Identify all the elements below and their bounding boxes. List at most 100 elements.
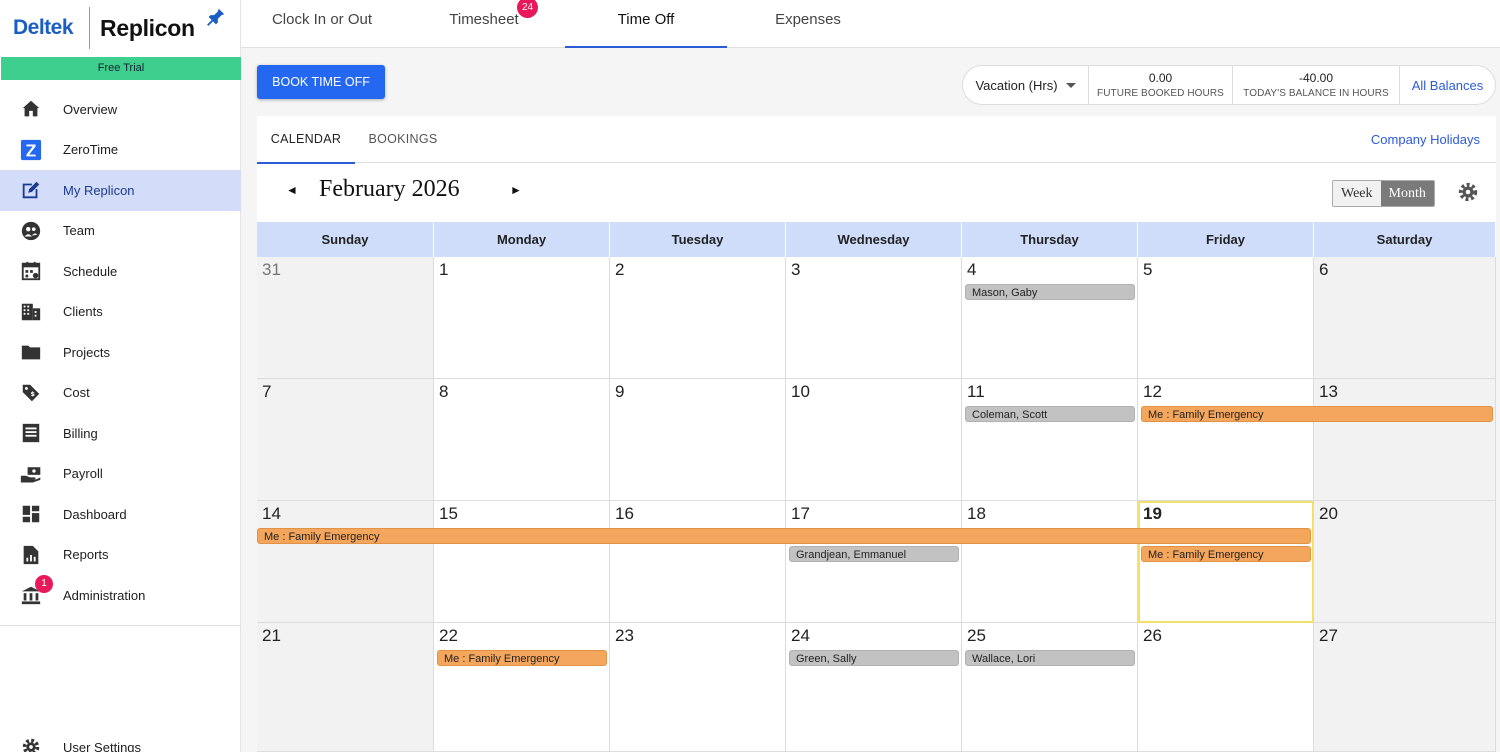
day-cell[interactable]: 23 [610,623,786,752]
tab-bookings[interactable]: BOOKINGS [355,116,451,163]
zerotime-icon [20,139,42,161]
day-cell[interactable]: 24 [786,623,962,752]
sidebar-item-label: Schedule [63,263,118,279]
sidebar-item-overview[interactable]: Overview [0,89,241,130]
day-number: 2 [615,260,625,279]
brand-logo[interactable]: Deltek Replicon [0,0,240,56]
time-off-event[interactable]: Green, Sally [789,650,959,666]
day-cell[interactable]: 11 [962,379,1138,501]
day-cell[interactable]: 13 [1314,379,1496,501]
sidebar-item-team[interactable]: Team [0,211,241,252]
time-off-type-select[interactable]: Vacation (Hrs) [963,66,1089,104]
day-cell[interactable]: 19 [1138,501,1314,623]
time-off-event[interactable]: Grandjean, Emmanuel [789,546,959,562]
book-time-off-button[interactable]: BOOK TIME OFF [257,65,385,99]
day-cell[interactable]: 18 [962,501,1138,623]
all-balances-link[interactable]: All Balances [1400,66,1495,104]
time-off-event[interactable]: Mason, Gaby [965,284,1135,300]
tab-calendar[interactable]: CALENDAR [257,116,355,164]
gear-icon [20,736,42,752]
sidebar-item-clients[interactable]: Clients [0,292,241,333]
day-cell[interactable]: 20 [1314,501,1496,623]
sidebar-item-administration[interactable]: 1 Administration [0,575,241,616]
day-cell[interactable]: 2 [610,257,786,379]
sidebar-item-cost[interactable]: $ Cost [0,373,241,414]
time-off-event[interactable]: Coleman, Scott [965,406,1135,422]
tab-time-off[interactable]: Time Off [565,0,727,48]
day-cell[interactable]: 12 [1138,379,1314,501]
day-cell[interactable]: 3 [786,257,962,379]
sidebar-item-label: User Settings [63,739,142,752]
day-cell[interactable]: 4 [962,257,1138,379]
sidebar-item-user-settings[interactable]: User Settings [0,727,241,752]
day-cell[interactable]: 7 [257,379,434,501]
week-view-button[interactable]: Week [1333,181,1381,206]
sidebar-item-zerotime[interactable]: ZeroTime [0,130,241,171]
sidebar-item-reports[interactable]: Reports [0,535,241,576]
day-number: 17 [791,504,810,523]
prev-month-button[interactable]: ◄ [286,183,298,197]
tab-timesheet[interactable]: Timesheet 24 [403,0,565,48]
day-cell[interactable]: 31 [257,257,434,379]
day-number: 14 [262,504,281,523]
time-off-type-value: Vacation (Hrs) [975,77,1058,93]
day-cell[interactable]: 10 [786,379,962,501]
folder-icon [20,341,42,363]
day-cell[interactable]: 14 [257,501,434,623]
sidebar-nav: Overview ZeroTime My Replicon Team Schedule C… [0,89,241,616]
calendar-icon [20,260,42,282]
time-off-event[interactable]: Me : Family Emergency [1141,546,1311,562]
tab-expenses[interactable]: Expenses [727,0,889,48]
day-number: 26 [1143,626,1162,645]
tab-label: Time Off [617,11,675,28]
tag-icon: $ [20,382,42,404]
sidebar-item-label: Dashboard [63,506,127,522]
month-grid: 31 1 2 3 4 5 6 7 8 9 10 11 12 13 14 15 16 17 18 19 20 21 22 23 2… [257,257,1496,752]
next-month-button[interactable]: ► [510,183,522,197]
pin-icon[interactable] [205,6,227,28]
sidebar-item-schedule[interactable]: Schedule [0,251,241,292]
month-view-button[interactable]: Month [1380,181,1434,206]
day-number: 10 [791,382,810,401]
weekday-monday: Monday [434,222,610,257]
free-trial-banner[interactable]: Free Trial [1,57,241,80]
day-cell[interactable]: 5 [1138,257,1314,379]
sidebar-item-label: Payroll [63,466,103,482]
svg-text:$: $ [31,390,36,398]
sidebar-item-label: ZeroTime [63,142,119,158]
day-number: 4 [967,260,977,279]
sidebar-divider [0,625,241,626]
day-cell[interactable]: 27 [1314,623,1496,752]
company-holidays-link[interactable]: Company Holidays [1371,116,1480,163]
day-cell[interactable]: 25 [962,623,1138,752]
sidebar-item-payroll[interactable]: Payroll [0,454,241,495]
dashboard-icon [20,503,42,525]
day-cell[interactable]: 22 [434,623,610,752]
time-off-event[interactable]: Me : Family Emergency [437,650,607,666]
tab-clock-in-out[interactable]: Clock In or Out [241,0,403,48]
calendar-panel: CALENDAR BOOKINGS Company Holidays ◄ Feb… [257,116,1496,752]
day-number: 31 [262,260,281,279]
day-cell[interactable]: 21 [257,623,434,752]
time-off-event[interactable]: Me : Family Emergency [1141,406,1493,422]
sidebar-item-dashboard[interactable]: Dashboard [0,494,241,535]
day-number: 16 [615,504,634,523]
day-cell[interactable]: 6 [1314,257,1496,379]
sidebar-item-projects[interactable]: Projects [0,332,241,373]
sidebar-item-billing[interactable]: Billing [0,413,241,454]
sidebar-item-label: Reports [63,547,109,563]
sidebar-item-my-replicon[interactable]: My Replicon [0,170,241,211]
day-cell[interactable]: 1 [434,257,610,379]
day-cell[interactable]: 15 [434,501,610,623]
weekday-sunday: Sunday [257,222,434,257]
bank-icon: 1 [20,575,53,606]
day-cell[interactable]: 26 [1138,623,1314,752]
day-cell[interactable]: 8 [434,379,610,501]
time-off-event[interactable]: Me : Family Emergency [257,528,1311,544]
settings-gear-icon[interactable] [1457,181,1479,203]
time-off-event[interactable]: Wallace, Lori [965,650,1135,666]
day-cell[interactable]: 16 [610,501,786,623]
day-cell[interactable]: 9 [610,379,786,501]
edit-icon [20,179,42,201]
day-cell[interactable]: 17 [786,501,962,623]
